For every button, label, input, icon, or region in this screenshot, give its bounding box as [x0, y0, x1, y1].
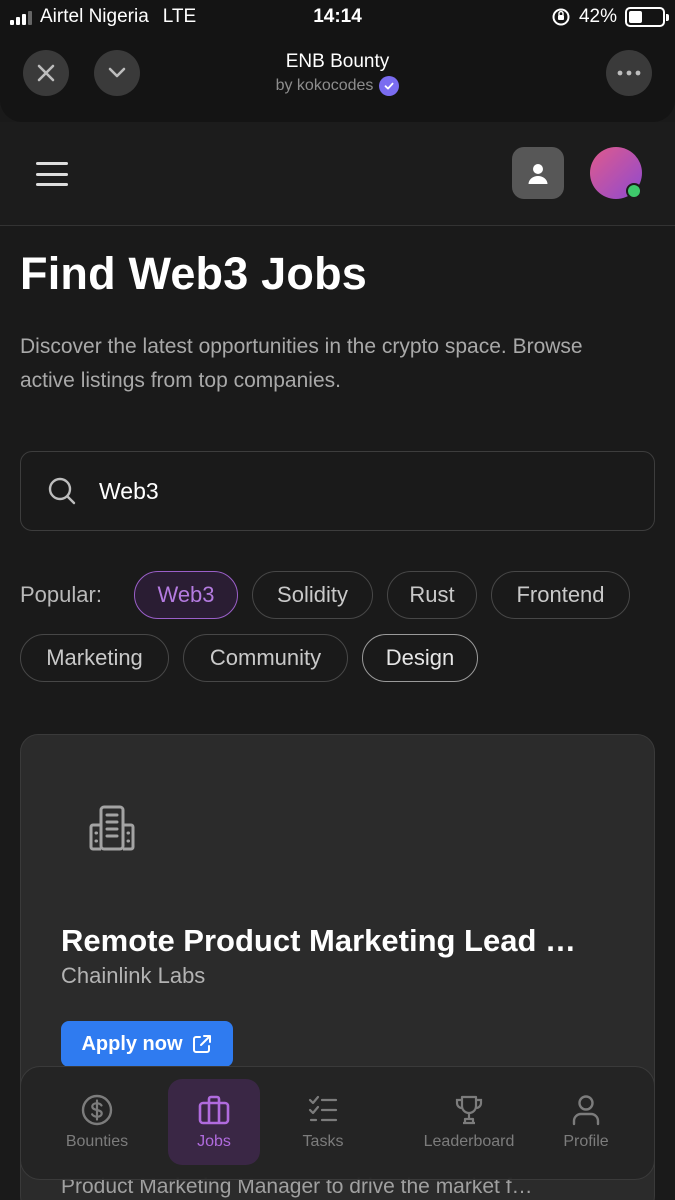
battery-percent: 42% [578, 6, 617, 27]
mini-app-title: ENB Bounty [285, 51, 390, 72]
battery-icon [625, 7, 669, 27]
briefcase-icon [197, 1093, 231, 1127]
apply-label: Apply now [81, 1032, 183, 1055]
nav-jobs[interactable]: Jobs [168, 1079, 260, 1165]
mini-app-header: ENB Bounty by kokocodes [0, 36, 675, 122]
tag-design[interactable]: Design [362, 634, 478, 682]
nav-tasks[interactable]: Tasks [277, 1079, 369, 1165]
menu-icon[interactable] [36, 162, 68, 186]
more-button[interactable] [606, 50, 652, 96]
user-icon [528, 164, 548, 184]
page-title: Find Web3 Jobs [20, 248, 368, 299]
search-box[interactable] [20, 451, 655, 531]
nav-bounties-label: Bounties [65, 1133, 129, 1150]
search-icon [48, 477, 76, 505]
verified-badge-icon [379, 76, 400, 96]
company-name: Chainlink Labs [61, 963, 206, 988]
tag-rust[interactable]: Rust [387, 571, 477, 619]
nav-jobs-label: Jobs [197, 1133, 231, 1150]
nav-bounties[interactable]: Bounties [51, 1079, 143, 1165]
bottom-navigation: Bounties Jobs Tasks Leaderboard Profile [20, 1066, 655, 1180]
online-status-indicator [626, 183, 642, 199]
tag-solidity[interactable]: Solidity [252, 571, 373, 619]
search-input[interactable] [99, 477, 599, 505]
tag-web3[interactable]: Web3 [134, 571, 238, 619]
apply-now-button[interactable]: Apply now [61, 1021, 233, 1067]
nav-leaderboard-label: Leaderboard [423, 1133, 515, 1150]
author-text: by kokocodes [275, 77, 374, 94]
nav-tasks-label: Tasks [302, 1133, 344, 1150]
more-icon [617, 70, 641, 76]
dollar-icon [80, 1093, 114, 1127]
nav-profile-label: Profile [563, 1133, 609, 1150]
popular-label: Popular: [20, 582, 102, 607]
account-button[interactable] [512, 147, 564, 199]
external-link-icon [192, 1035, 211, 1053]
status-bar: Airtel Nigeria LTE 14:14 42% [0, 0, 675, 36]
tasks-icon [306, 1093, 340, 1127]
app-navbar [0, 122, 675, 226]
rotation-lock-icon [552, 8, 570, 26]
tag-community[interactable]: Community [183, 634, 348, 682]
nav-leaderboard[interactable]: Leaderboard [407, 1079, 531, 1165]
mini-app-author: by kokocodes [0, 76, 675, 96]
tag-frontend[interactable]: Frontend [491, 571, 630, 619]
tag-marketing[interactable]: Marketing [20, 634, 169, 682]
nav-profile[interactable]: Profile [540, 1079, 632, 1165]
job-title[interactable]: Remote Product Marketing Lead … [61, 923, 621, 959]
building-icon [89, 805, 135, 851]
user-icon [569, 1093, 603, 1127]
trophy-icon [452, 1093, 486, 1127]
page-description: Discover the latest opportunities in the… [20, 335, 583, 392]
